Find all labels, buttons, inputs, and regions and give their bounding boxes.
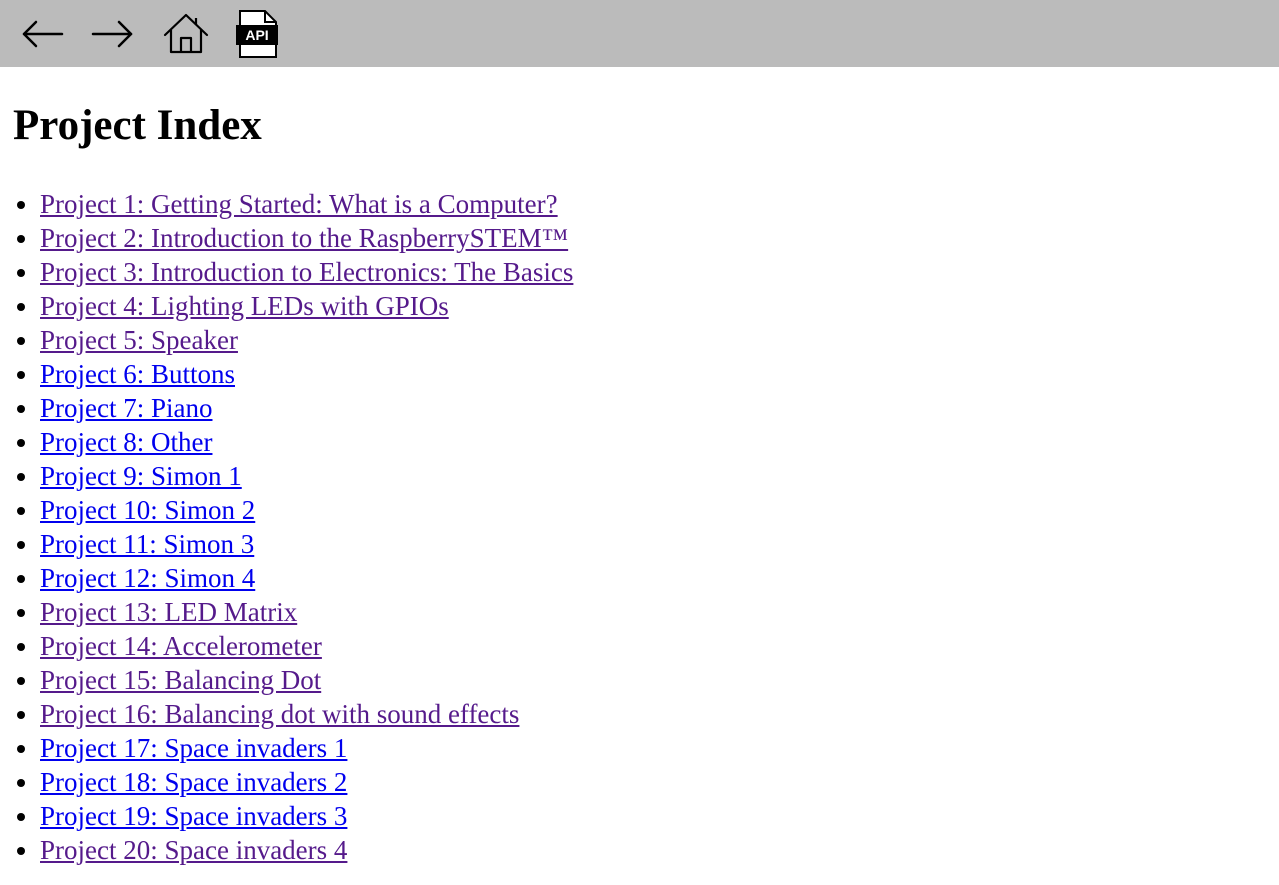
arrow-left-icon [22,20,64,48]
project-list-item: Project 18: Space invaders 2 [40,765,573,799]
project-link-3[interactable]: Project 3: Introduction to Electronics: … [40,257,573,287]
project-list-item: Project 5: Speaker [40,323,573,357]
project-list-item: Project 19: Space invaders 3 [40,799,573,833]
project-link-5[interactable]: Project 5: Speaker [40,325,238,355]
project-link-4[interactable]: Project 4: Lighting LEDs with GPIOs [40,291,449,321]
project-list-item: Project 2: Introduction to the Raspberry… [40,221,573,255]
project-link-15[interactable]: Project 15: Balancing Dot [40,665,321,695]
project-link-16[interactable]: Project 16: Balancing dot with sound eff… [40,699,519,729]
toolbar: API [0,0,1279,67]
project-link-18[interactable]: Project 18: Space invaders 2 [40,767,347,797]
home-icon [163,13,209,54]
project-list-item: Project 7: Piano [40,391,573,425]
project-link-11[interactable]: Project 11: Simon 3 [40,529,254,559]
project-list-item: Project 15: Balancing Dot [40,663,573,697]
project-list-item: Project 1: Getting Started: What is a Co… [40,187,573,221]
project-list: Project 1: Getting Started: What is a Co… [0,187,573,867]
project-list-item: Project 10: Simon 2 [40,493,573,527]
project-list-item: Project 20: Space invaders 4 [40,833,573,867]
api-label: API [245,27,268,43]
arrow-right-icon [91,20,133,48]
api-document-icon: API [236,10,278,58]
project-list-item: Project 8: Other [40,425,573,459]
project-list-item: Project 3: Introduction to Electronics: … [40,255,573,289]
forward-button[interactable] [87,8,139,60]
project-link-19[interactable]: Project 19: Space invaders 3 [40,801,347,831]
project-list-item: Project 4: Lighting LEDs with GPIOs [40,289,573,323]
page-title: Project Index [13,102,262,149]
project-link-7[interactable]: Project 7: Piano [40,393,212,423]
project-link-9[interactable]: Project 9: Simon 1 [40,461,242,491]
api-button[interactable]: API [231,8,283,60]
project-list-item: Project 9: Simon 1 [40,459,573,493]
project-link-8[interactable]: Project 8: Other [40,427,212,457]
project-list-item: Project 14: Accelerometer [40,629,573,663]
project-list-item: Project 16: Balancing dot with sound eff… [40,697,573,731]
project-list-item: Project 6: Buttons [40,357,573,391]
back-button[interactable] [16,8,68,60]
project-list-item: Project 17: Space invaders 1 [40,731,573,765]
project-link-6[interactable]: Project 6: Buttons [40,359,235,389]
project-link-10[interactable]: Project 10: Simon 2 [40,495,255,525]
project-link-2[interactable]: Project 2: Introduction to the Raspberry… [40,223,568,253]
project-link-20[interactable]: Project 20: Space invaders 4 [40,835,347,865]
project-link-17[interactable]: Project 17: Space invaders 1 [40,733,347,763]
project-link-14[interactable]: Project 14: Accelerometer [40,631,322,661]
project-list-item: Project 12: Simon 4 [40,561,573,595]
project-link-1[interactable]: Project 1: Getting Started: What is a Co… [40,189,558,219]
project-link-13[interactable]: Project 13: LED Matrix [40,597,297,627]
project-list-item: Project 11: Simon 3 [40,527,573,561]
project-list-item: Project 13: LED Matrix [40,595,573,629]
home-button[interactable] [160,8,212,60]
project-link-12[interactable]: Project 12: Simon 4 [40,563,255,593]
